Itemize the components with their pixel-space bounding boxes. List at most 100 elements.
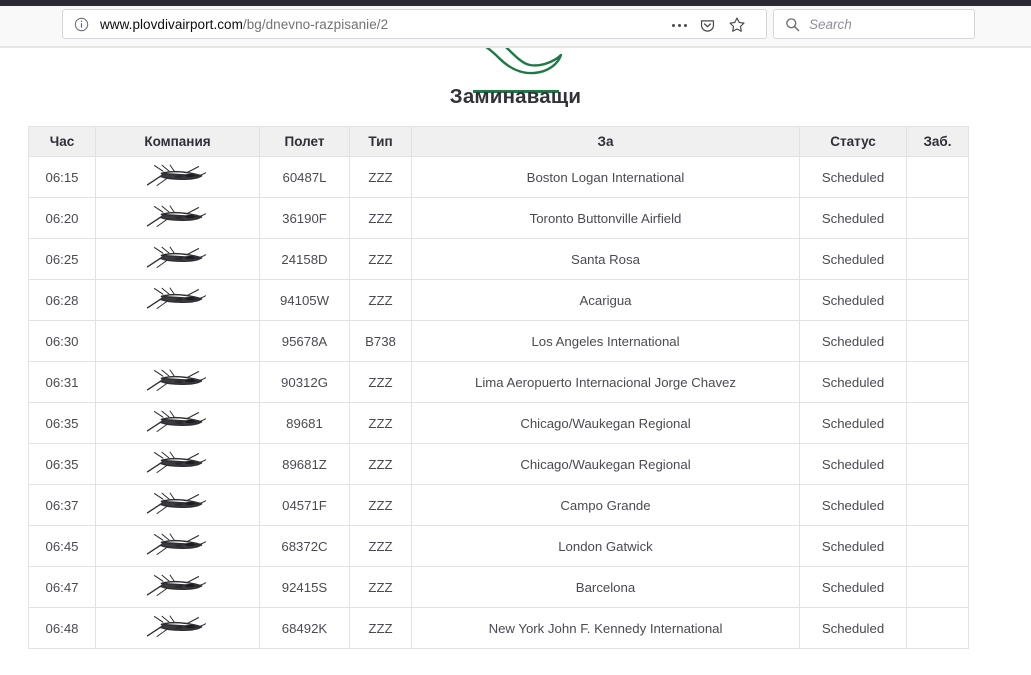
cell-note: [906, 484, 969, 526]
airline-logo-plane-sketch: [146, 287, 206, 309]
page-title: Заминаващи: [449, 85, 582, 108]
cell-company: [95, 607, 260, 649]
cell-flight: 90312G: [259, 361, 350, 403]
cell-company: [95, 279, 260, 321]
airline-logo-plane-sketch: [146, 410, 206, 432]
cell-destination: Chicago/Waukegan Regional: [411, 443, 800, 485]
cell-company: [95, 484, 260, 526]
cell-status: Scheduled: [799, 197, 907, 239]
cell-destination: Lima Aeropuerto Internacional Jorge Chav…: [411, 361, 800, 403]
cell-company: [95, 525, 260, 567]
cell-flight: 68372C: [259, 525, 350, 567]
table-row: 06:35 89681 ZZZ Chicago/Waukegan Regional S…: [28, 402, 969, 444]
cell-flight: 04571F: [259, 484, 350, 526]
cell-type: ZZZ: [349, 361, 412, 403]
cell-flight: 24158D: [259, 238, 350, 280]
cell-note: [906, 525, 969, 567]
cell-note: [906, 320, 969, 362]
url-host: www.plovdivairport.com: [100, 16, 243, 32]
cell-type: ZZZ: [349, 402, 412, 444]
cell-destination: Barcelona: [411, 566, 800, 608]
table-row: 06:28 94105W ZZZ Acarigua Scheduled: [28, 279, 969, 321]
cell-flight: 95678A: [259, 320, 350, 362]
cell-destination: Chicago/Waukegan Regional: [411, 402, 800, 444]
star-icon[interactable]: [724, 10, 750, 40]
cell-status: Scheduled: [799, 156, 907, 198]
cell-note: [906, 402, 969, 444]
cell-flight: 89681: [259, 402, 350, 444]
cell-time: 06:35: [28, 402, 96, 444]
cell-status: Scheduled: [799, 443, 907, 485]
cell-type: ZZZ: [349, 156, 412, 198]
cell-status: Scheduled: [799, 484, 907, 526]
cell-company: [95, 320, 260, 362]
cell-note: [906, 279, 969, 321]
airline-logo-plane-sketch: [146, 205, 206, 227]
cell-company: [95, 361, 260, 403]
cell-type: ZZZ: [349, 566, 412, 608]
url-path: /bg/dnevno-razpisanie/2: [242, 16, 389, 32]
cell-company: [95, 238, 260, 280]
search-icon: [785, 17, 800, 32]
column-header-flight: Полет: [259, 126, 350, 157]
airplane-outline-icon: [468, 48, 564, 83]
url-bar[interactable]: www.plovdivairport.com/bg/dnevno-razpisa…: [62, 9, 767, 39]
cell-company: [95, 197, 260, 239]
search-input-placeholder[interactable]: Search: [809, 17, 852, 32]
cell-time: 06:15: [28, 156, 96, 198]
cell-time: 06:37: [28, 484, 96, 526]
table-row: 06:48 68492K ZZZ New York John F. Kennedy …: [28, 607, 969, 649]
departures-table-body: 06:15 60487L ZZZ Boston Logan Internationa…: [28, 156, 969, 649]
cell-destination: Toronto Buttonville Airfield: [411, 197, 800, 239]
cell-flight: 36190F: [259, 197, 350, 239]
ellipsis-icon[interactable]: [666, 10, 692, 40]
airline-logo-plane-sketch: [146, 369, 206, 391]
cell-flight: 68492K: [259, 607, 350, 649]
cell-time: 06:25: [28, 238, 96, 280]
cell-note: [906, 156, 969, 198]
browser-search-box[interactable]: Search: [773, 9, 975, 39]
cell-time: 06:31: [28, 361, 96, 403]
cell-status: Scheduled: [799, 566, 907, 608]
table-row: 06:35 89681Z ZZZ Chicago/Waukegan Regional…: [28, 443, 969, 485]
table-row: 06:45 68372C ZZZ London Gatwick Scheduled: [28, 525, 969, 567]
departures-table: Час Компания Полет Тип За Статус Заб. 06…: [28, 126, 969, 649]
column-header-destination: За: [411, 126, 800, 157]
cell-time: 06:48: [28, 607, 96, 649]
airline-logo-plane-sketch: [146, 533, 206, 555]
cell-note: [906, 238, 969, 280]
cell-time: 06:30: [28, 320, 96, 362]
airline-logo-plane-sketch: [146, 164, 206, 186]
cell-status: Scheduled: [799, 279, 907, 321]
cell-company: [95, 402, 260, 444]
table-row: 06:37 04571F ZZZ Campo Grande Scheduled: [28, 484, 969, 526]
cell-destination: Los Angeles International: [411, 320, 800, 362]
cell-flight: 89681Z: [259, 443, 350, 485]
cell-flight: 60487L: [259, 156, 350, 198]
table-row: 06:31 90312G ZZZ Lima Aeropuerto Internaci…: [28, 361, 969, 403]
table-row: 06:47 92415S ZZZ Barcelona Scheduled: [28, 566, 969, 608]
table-row: 06:30 95678A B738 Los Angeles International…: [28, 320, 969, 362]
airline-logo-plane-sketch: [146, 246, 206, 268]
cell-type: ZZZ: [349, 238, 412, 280]
cell-type: ZZZ: [349, 607, 412, 649]
table-row: 06:25 24158D ZZZ Santa Rosa Scheduled: [28, 238, 969, 280]
cell-destination: Acarigua: [411, 279, 800, 321]
cell-type: ZZZ: [349, 484, 412, 526]
info-circle-icon[interactable]: [74, 17, 89, 32]
url-text: www.plovdivairport.com/bg/dnevno-razpisa…: [100, 17, 388, 32]
cell-flight: 94105W: [259, 279, 350, 321]
cell-company: [95, 443, 260, 485]
cell-destination: London Gatwick: [411, 525, 800, 567]
cell-type: ZZZ: [349, 525, 412, 567]
cell-destination: Campo Grande: [411, 484, 800, 526]
cell-note: [906, 566, 969, 608]
cell-time: 06:20: [28, 197, 96, 239]
cell-note: [906, 443, 969, 485]
cell-status: Scheduled: [799, 361, 907, 403]
browser-titlebar-strip: [0, 0, 1031, 6]
column-header-company: Компания: [95, 126, 260, 157]
airline-logo-plane-sketch: [146, 615, 206, 637]
cell-time: 06:45: [28, 525, 96, 567]
pocket-icon[interactable]: [694, 10, 720, 40]
